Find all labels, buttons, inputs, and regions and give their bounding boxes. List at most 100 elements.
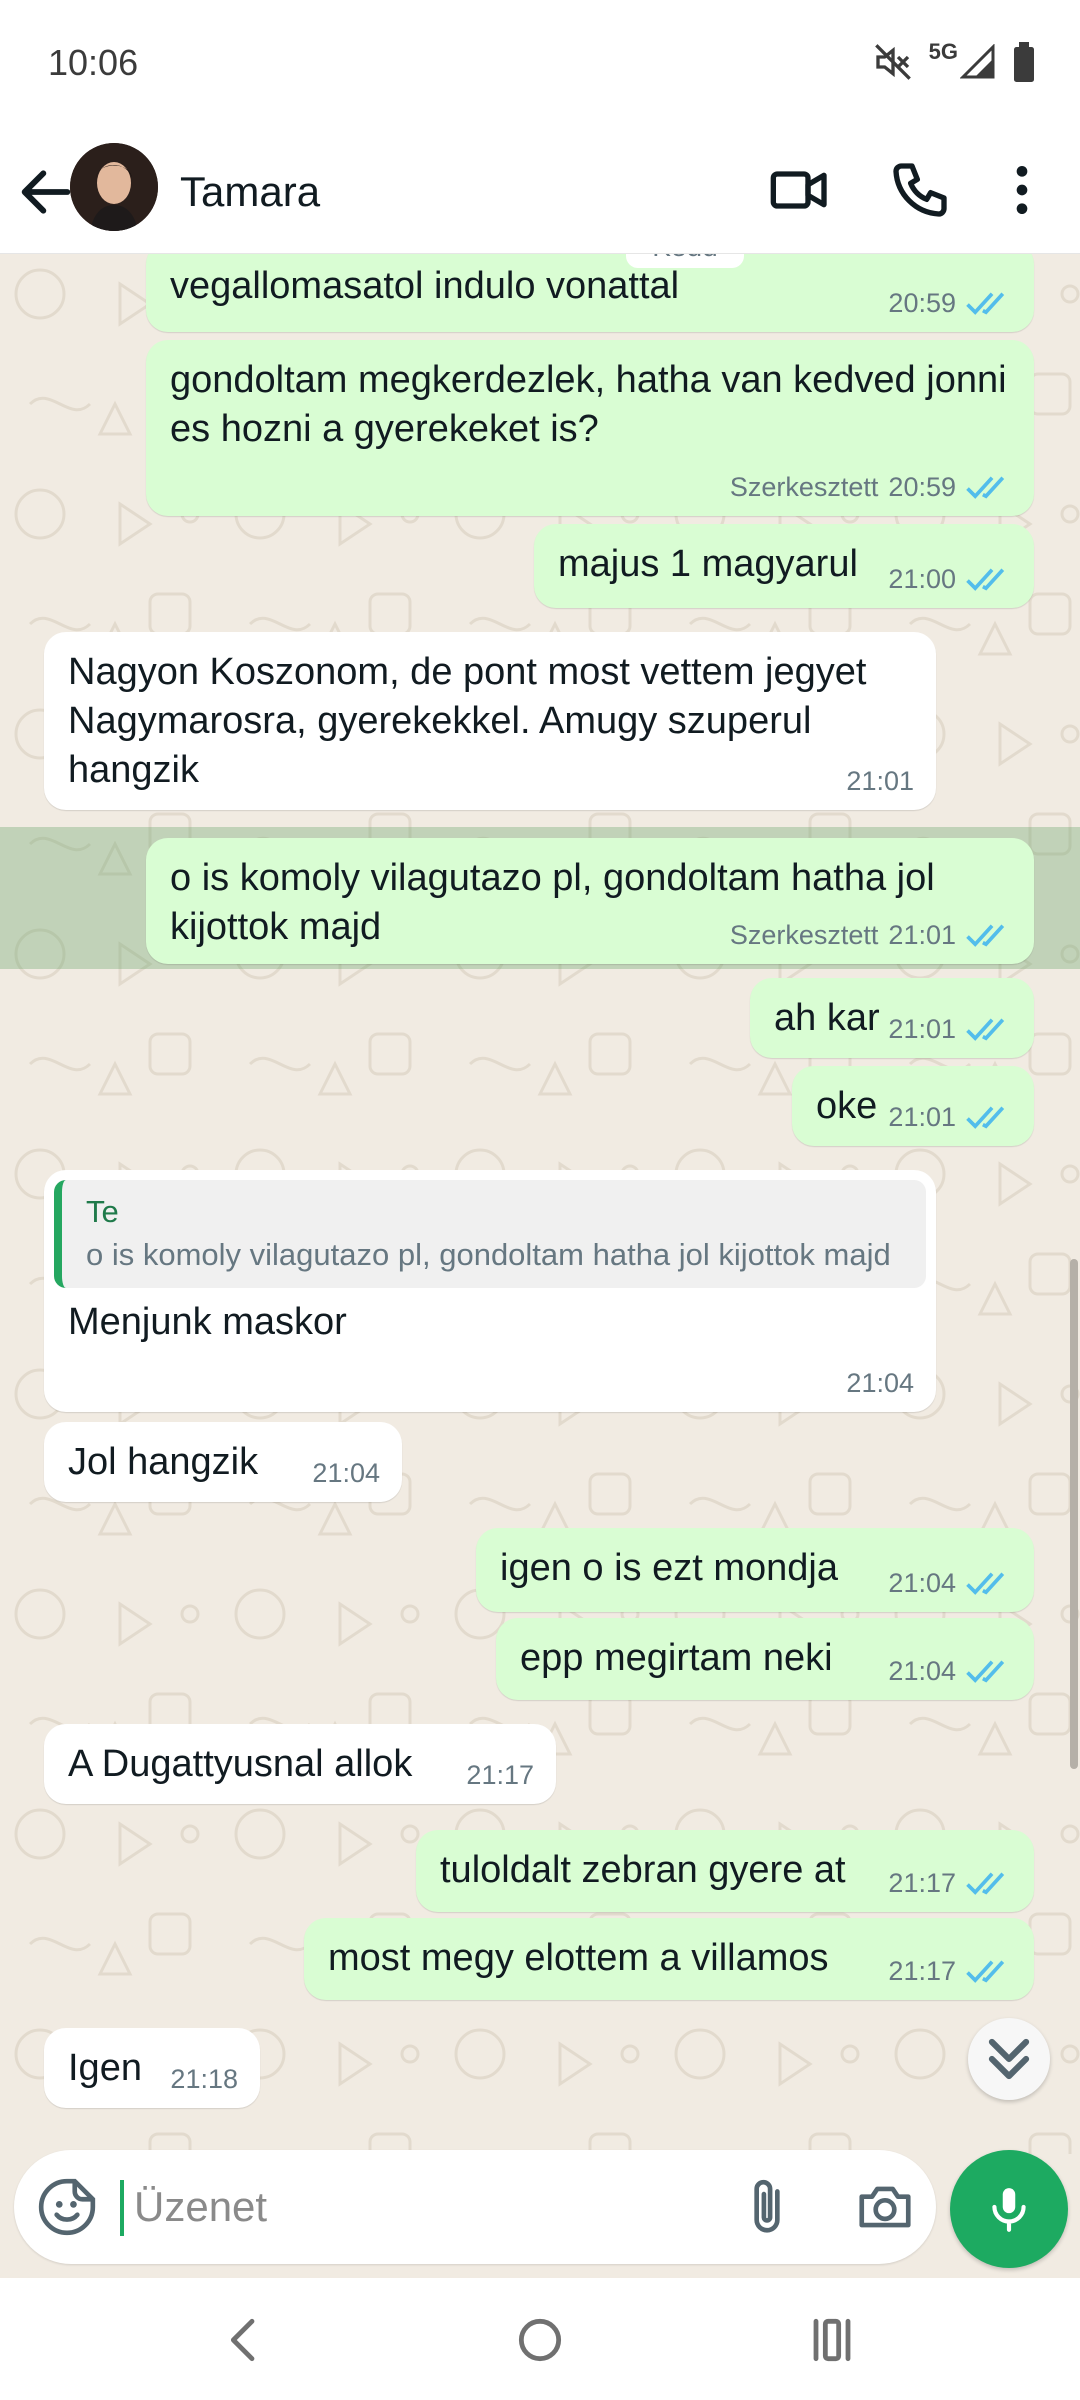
nav-recent-button[interactable]	[800, 2308, 864, 2372]
message-outgoing[interactable]: majus 1 magyarul 21:00	[534, 524, 1034, 608]
message-outgoing[interactable]: most megy elottem a villamos 21:17	[304, 1918, 1034, 2000]
message-input[interactable]	[134, 2176, 694, 2238]
contact-avatar[interactable]	[70, 143, 158, 231]
message-meta: 21:01	[888, 1102, 1012, 1132]
microphone-icon	[992, 2188, 1026, 2232]
more-options-button[interactable]	[990, 158, 1054, 222]
message-meta: Szerkesztett 21:01	[730, 920, 1012, 950]
nav-home-button[interactable]	[508, 2308, 572, 2372]
edited-label: Szerkesztett	[729, 920, 879, 950]
message-incoming[interactable]: A Dugattyusnal allok 21:17	[44, 1724, 556, 1804]
more-vertical-icon	[1016, 166, 1028, 214]
message-meta: Szerkesztett 20:59	[730, 472, 1012, 502]
video-call-button[interactable]	[768, 158, 832, 222]
system-navigation-bar	[0, 2278, 1080, 2400]
back-button[interactable]	[14, 160, 78, 224]
network-type-label: 5G	[928, 39, 958, 64]
message-meta: 21:01	[888, 1014, 1012, 1044]
message-text: Menjunk maskor	[68, 1301, 347, 1343]
chat-header: Tamara	[0, 130, 1080, 254]
quote-author: Te	[86, 1194, 119, 1229]
message-meta: 21:04	[846, 1368, 914, 1398]
message-text: igen o is ezt mondja	[500, 1547, 838, 1589]
message-outgoing[interactable]: tuloldalt zebran gyere at 21:17	[416, 1830, 1034, 1912]
voice-call-button[interactable]	[888, 158, 952, 222]
message-incoming[interactable]: Igen 21:18	[44, 2028, 260, 2108]
message-outgoing[interactable]: epp megirtam neki 21:04	[496, 1618, 1034, 1700]
camera-button[interactable]	[854, 2176, 916, 2238]
back-arrow-icon	[21, 170, 71, 214]
mute-icon	[874, 44, 911, 80]
message-text: vegallomasatol indulo vonattal	[170, 265, 680, 307]
message-time: 21:00	[888, 564, 956, 594]
chat-area[interactable]: Kedd vegallomasatol indulo vonattal 20:5…	[0, 254, 1080, 2154]
nav-back-icon	[230, 2318, 255, 2362]
message-time: 21:01	[888, 920, 956, 950]
read-ticks-icon	[966, 1660, 1005, 1683]
message-time: 21:01	[888, 1014, 956, 1044]
read-ticks-icon	[966, 292, 1005, 315]
scrollbar[interactable]	[1070, 1259, 1078, 1769]
message-time: 21:18	[170, 2064, 238, 2094]
scroll-to-bottom-button[interactable]	[968, 2018, 1050, 2100]
message-text: Jol hangzik	[68, 1441, 259, 1483]
message-meta: 21:17	[888, 1956, 1012, 1986]
message-meta: 21:00	[888, 564, 1012, 594]
message-text: epp megirtam neki	[520, 1637, 833, 1679]
status-icons: 5G	[873, 39, 1036, 84]
status-bar: 10:06 5G	[0, 0, 1080, 130]
read-ticks-icon	[966, 1106, 1005, 1129]
voice-message-button[interactable]	[950, 2150, 1068, 2268]
nav-recent-icon	[813, 2318, 851, 2362]
quote-text: o is komoly vilagutazo pl, gondoltam hat…	[86, 1237, 891, 1272]
message-meta: 21:17	[888, 1868, 1012, 1898]
double-chevron-down-icon	[988, 2038, 1030, 2080]
message-time: 21:17	[888, 1868, 956, 1898]
nav-back-button[interactable]	[212, 2308, 276, 2372]
message-incoming[interactable]: Jol hangzik 21:04	[44, 1422, 402, 1502]
text-caret	[120, 2180, 124, 2236]
message-text: ah kar	[774, 997, 880, 1039]
message-time: 21:04	[888, 1656, 956, 1686]
read-ticks-icon	[966, 1018, 1005, 1041]
read-ticks-icon	[966, 476, 1005, 499]
message-outgoing[interactable]: igen o is ezt mondja 21:04	[476, 1528, 1034, 1612]
message-outgoing[interactable]: oke 21:01	[792, 1066, 1034, 1146]
message-time: 20:59	[888, 288, 956, 318]
read-ticks-icon	[966, 1872, 1005, 1895]
message-outgoing[interactable]: gondoltam megkerdezlek, hatha van kedved…	[146, 340, 1034, 516]
message-text: oke	[816, 1085, 878, 1127]
message-time: 21:17	[466, 1760, 534, 1790]
message-text: A Dugattyusnal allok	[68, 1743, 413, 1785]
message-time: 21:01	[846, 766, 914, 796]
emoji-button[interactable]	[36, 2176, 98, 2238]
message-time: 21:04	[312, 1458, 380, 1488]
message-text: majus 1 magyarul	[558, 543, 858, 585]
message-incoming[interactable]: Nagyon Koszonom, de pont most vettem jeg…	[44, 632, 936, 810]
read-ticks-icon	[966, 1960, 1005, 1983]
message-time: 21:04	[846, 1368, 914, 1398]
message-outgoing[interactable]: o is komoly vilagutazo pl, gondoltam hat…	[146, 838, 1034, 964]
message-meta: 21:04	[312, 1458, 380, 1488]
contact-name[interactable]: Tamara	[180, 168, 320, 216]
read-ticks-icon	[966, 924, 1005, 947]
message-outgoing[interactable]: ah kar 21:01	[750, 978, 1034, 1058]
quoted-message[interactable]: Te o is komoly vilagutazo pl, gondoltam …	[54, 1180, 926, 1288]
message-meta: 21:01	[846, 766, 914, 796]
attach-button[interactable]	[736, 2176, 798, 2238]
message-time: 20:59	[888, 472, 956, 502]
message-text: Igen	[68, 2047, 142, 2089]
message-meta: 21:17	[466, 1760, 534, 1790]
paperclip-icon	[754, 2179, 780, 2233]
message-composer[interactable]	[14, 2150, 936, 2264]
date-chip: Kedd	[626, 254, 744, 268]
emoji-sticker-icon	[38, 2178, 96, 2236]
message-incoming-reply[interactable]: Te o is komoly vilagutazo pl, gondoltam …	[44, 1170, 936, 1412]
video-call-icon	[770, 171, 827, 209]
message-meta: 21:04	[888, 1656, 1012, 1686]
message-outgoing[interactable]: Kedd vegallomasatol indulo vonattal 20:5…	[146, 254, 1034, 332]
edited-label: Szerkesztett	[729, 472, 879, 502]
message-time: 21:17	[888, 1956, 956, 1986]
nav-home-icon	[518, 2318, 562, 2362]
phone-icon	[893, 163, 947, 217]
